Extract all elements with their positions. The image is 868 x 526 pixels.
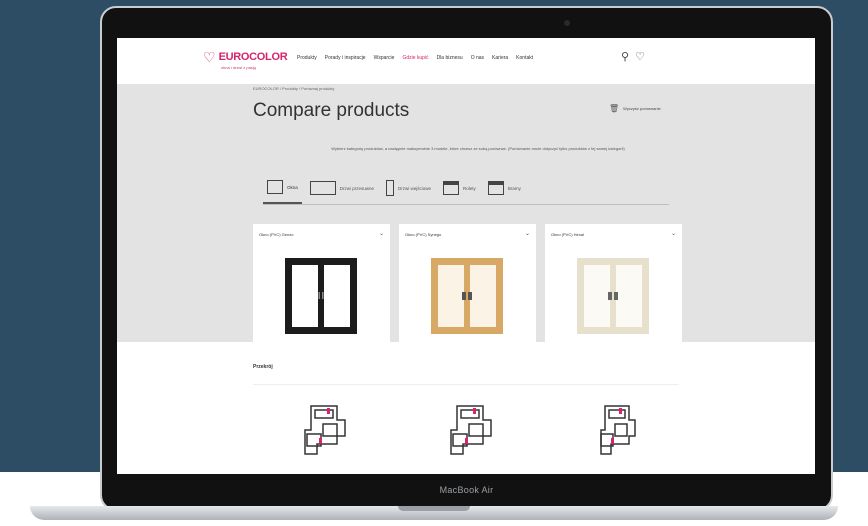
product-image <box>285 258 357 334</box>
device-label: MacBook Air <box>439 485 494 495</box>
nav-item-produkty[interactable]: Produkty <box>297 55 317 61</box>
tab-okna[interactable]: Okna <box>263 172 302 204</box>
product-card[interactable]: Okno (PVC) Synego ⌄ <box>399 224 536 342</box>
header-icons: ⚲ ♡ <box>621 50 645 63</box>
product-select[interactable]: Okno (PVC) Hexal <box>551 232 584 237</box>
main-nav: Produkty Porady i inspiracje Wsparcie Gd… <box>297 55 533 61</box>
chevron-down-icon[interactable]: ⌄ <box>379 230 384 237</box>
cross-section-image <box>304 405 346 455</box>
nav-item-o-nas[interactable]: O nas <box>471 55 484 61</box>
entrance-door-icon <box>386 180 395 196</box>
section-label: Przekrój <box>253 364 273 370</box>
clear-comparison-label: Wyczyść porównanie <box>623 106 661 111</box>
window-icon <box>267 180 283 194</box>
section-divider <box>253 384 679 385</box>
breadcrumb[interactable]: EUROCOLOR / Produkty / Porównaj produkty <box>253 86 334 91</box>
screen: ♡ EUROCOLOR okna i drzwi z pasją Produkt… <box>117 38 815 474</box>
tab-drzwi-wejsciowe[interactable]: Drzwi wejściowe <box>382 172 435 204</box>
chevron-down-icon[interactable]: ⌄ <box>671 230 676 237</box>
trash-icon: 🗑 <box>609 104 620 113</box>
page-title: Compare products <box>253 100 410 121</box>
tab-label: Drzwi przesuwne <box>339 185 375 191</box>
tab-label: Drzwi wejściowe <box>398 185 432 191</box>
search-icon[interactable]: ⚲ <box>621 50 629 63</box>
tabs-divider <box>263 204 669 205</box>
favorites-icon[interactable]: ♡ <box>635 50 645 63</box>
garage-door-icon <box>487 181 504 195</box>
heart-logo-icon: ♡ <box>203 49 216 65</box>
tab-label: Rolety <box>463 185 476 191</box>
nav-item-wsparcie[interactable]: Wsparcie <box>374 55 395 61</box>
category-tabs: Okna Drzwi przesuwne Drzwi wejściowe Rol… <box>263 172 525 204</box>
clear-comparison-button[interactable]: 🗑 Wyczyść porównanie <box>609 104 661 113</box>
product-image <box>577 258 649 334</box>
product-select[interactable]: Okno (PVC) Genzo <box>259 232 293 237</box>
product-card[interactable]: Okno (PVC) Genzo ⌄ <box>253 224 390 342</box>
chevron-down-icon[interactable]: ⌄ <box>525 230 530 237</box>
tab-rolety[interactable]: Rolety <box>439 172 480 204</box>
nav-item-porady[interactable]: Porady i inspiracje <box>325 55 366 61</box>
cross-section-image <box>450 405 492 455</box>
logo[interactable]: ♡ EUROCOLOR <box>203 49 288 65</box>
nav-item-kariera[interactable]: Kariera <box>492 55 508 61</box>
instructions-text: Wybierz kategorię produktów, a następnie… <box>331 146 625 151</box>
tab-label: Bramy <box>507 185 521 191</box>
roller-blind-icon <box>443 181 460 195</box>
product-select[interactable]: Okno (PVC) Synego <box>405 232 441 237</box>
site-header: ♡ EUROCOLOR okna i drzwi z pasją Produkt… <box>117 38 815 84</box>
tab-drzwi-przesuwne[interactable]: Drzwi przesuwne <box>306 172 378 204</box>
nav-item-gdzie-kupic[interactable]: Gdzie kupić <box>402 55 428 61</box>
sliding-door-icon <box>309 181 336 195</box>
product-card[interactable]: Okno (PVC) Hexal ⌄ <box>545 224 682 342</box>
tab-bramy[interactable]: Bramy <box>484 172 525 204</box>
logo-text: EUROCOLOR <box>218 51 288 63</box>
cross-section-image <box>600 405 636 455</box>
camera-icon <box>564 20 570 26</box>
tab-label: Okna <box>287 184 298 190</box>
logo-tagline: okna i drzwi z pasją <box>221 65 256 70</box>
nav-item-dla-biznesu[interactable]: Dla biznesu <box>437 55 463 61</box>
nav-item-kontakt[interactable]: Kontakt <box>516 55 533 61</box>
product-image <box>431 258 503 334</box>
laptop-notch <box>398 506 470 511</box>
